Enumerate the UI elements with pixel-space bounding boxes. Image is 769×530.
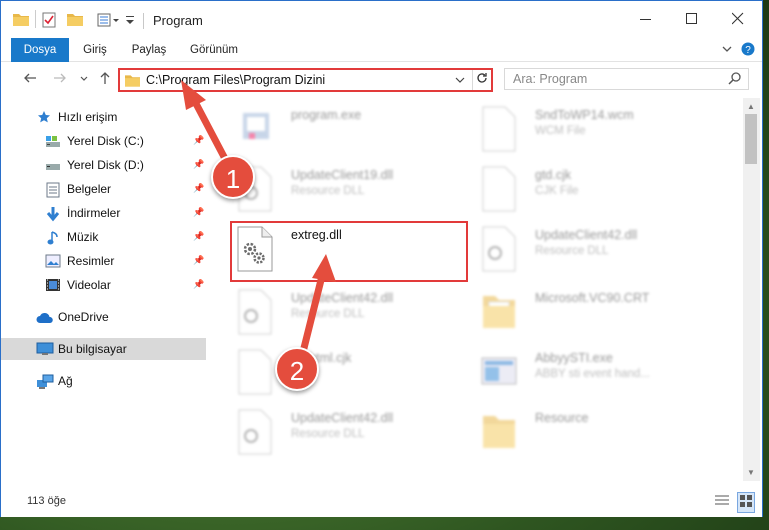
step-badge-1: 1 [211, 155, 255, 199]
arrow-head-2 [312, 254, 336, 282]
arrow-head-1 [181, 80, 206, 110]
annotation-arrows [181, 80, 336, 372]
step-badge-2: 2 [275, 347, 319, 391]
